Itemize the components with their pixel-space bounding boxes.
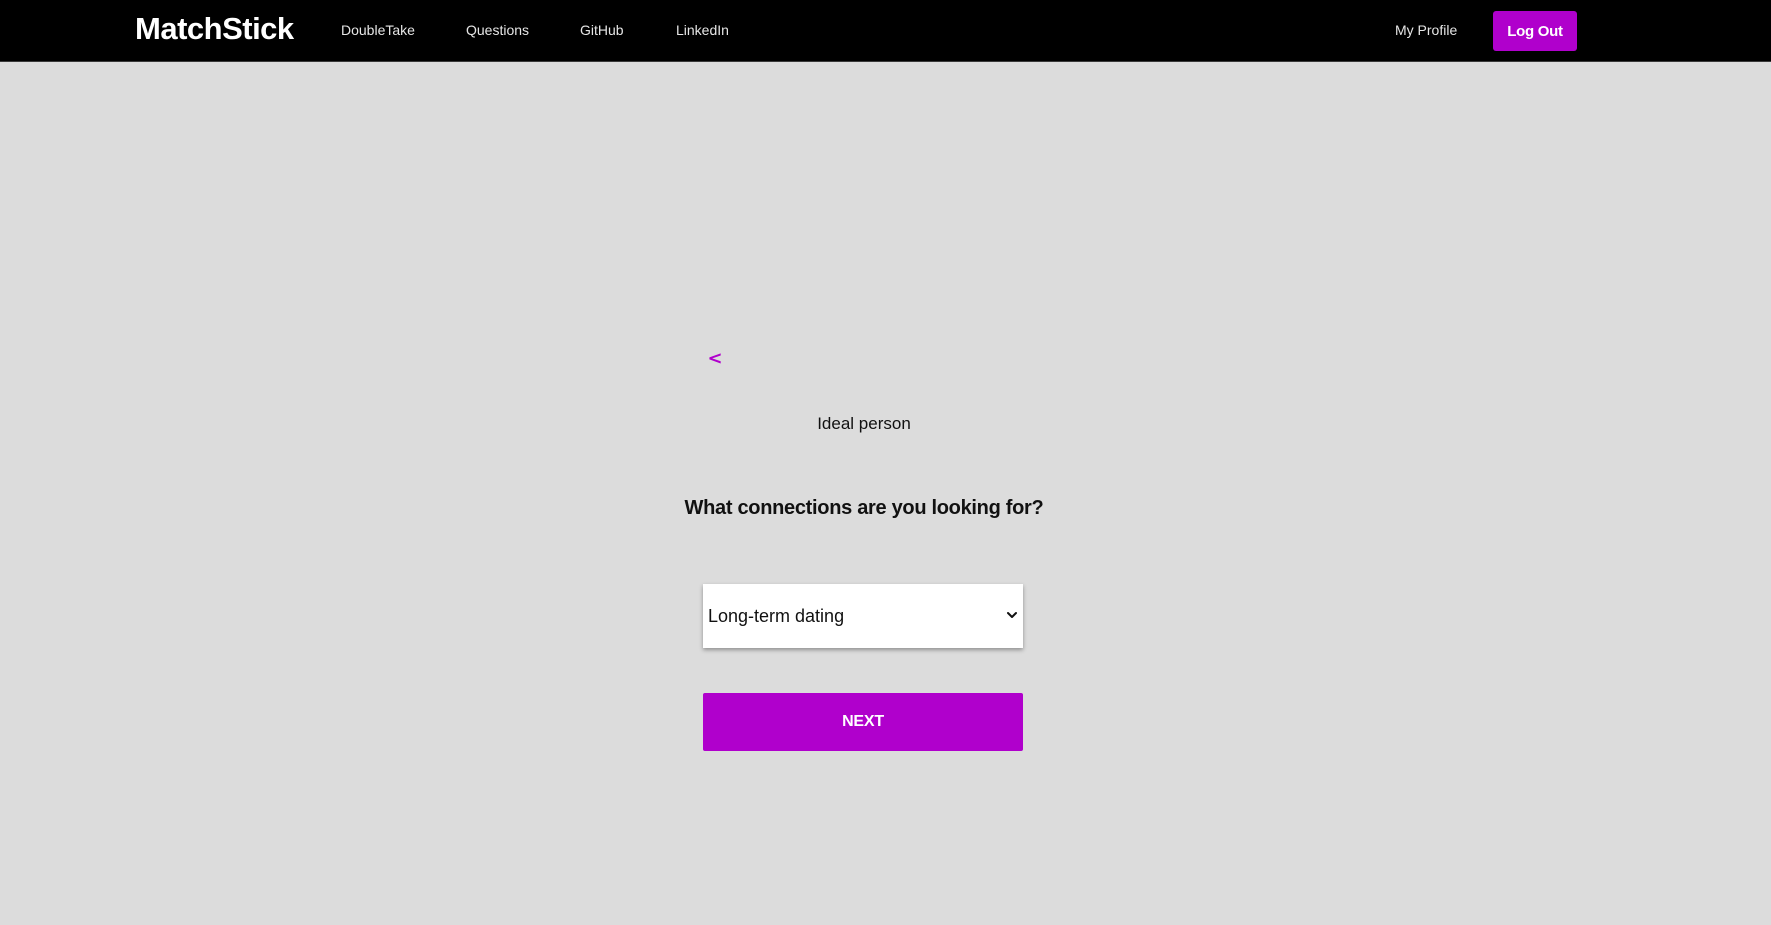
back-button[interactable]: < (704, 346, 726, 372)
step-label: Ideal person (817, 414, 911, 433)
nav-link-doubletake[interactable]: DoubleTake (341, 22, 415, 38)
nav-link-linkedin[interactable]: LinkedIn (676, 22, 729, 38)
next-button[interactable]: NEXT (703, 693, 1023, 751)
nav-link-my-profile[interactable]: My Profile (1395, 22, 1457, 38)
brand-logo[interactable]: MatchStick (135, 11, 294, 47)
question-heading: What connections are you looking for? (684, 497, 1044, 519)
nav-link-github[interactable]: GitHub (580, 22, 624, 38)
connection-type-select[interactable]: Long-term dating (703, 584, 1023, 648)
logout-button[interactable]: Log Out (1493, 11, 1577, 51)
nav-link-questions[interactable]: Questions (466, 22, 529, 38)
top-navbar: MatchStick DoubleTake Questions GitHub L… (0, 0, 1771, 62)
connection-select-wrapper: Long-term dating (703, 584, 1023, 648)
